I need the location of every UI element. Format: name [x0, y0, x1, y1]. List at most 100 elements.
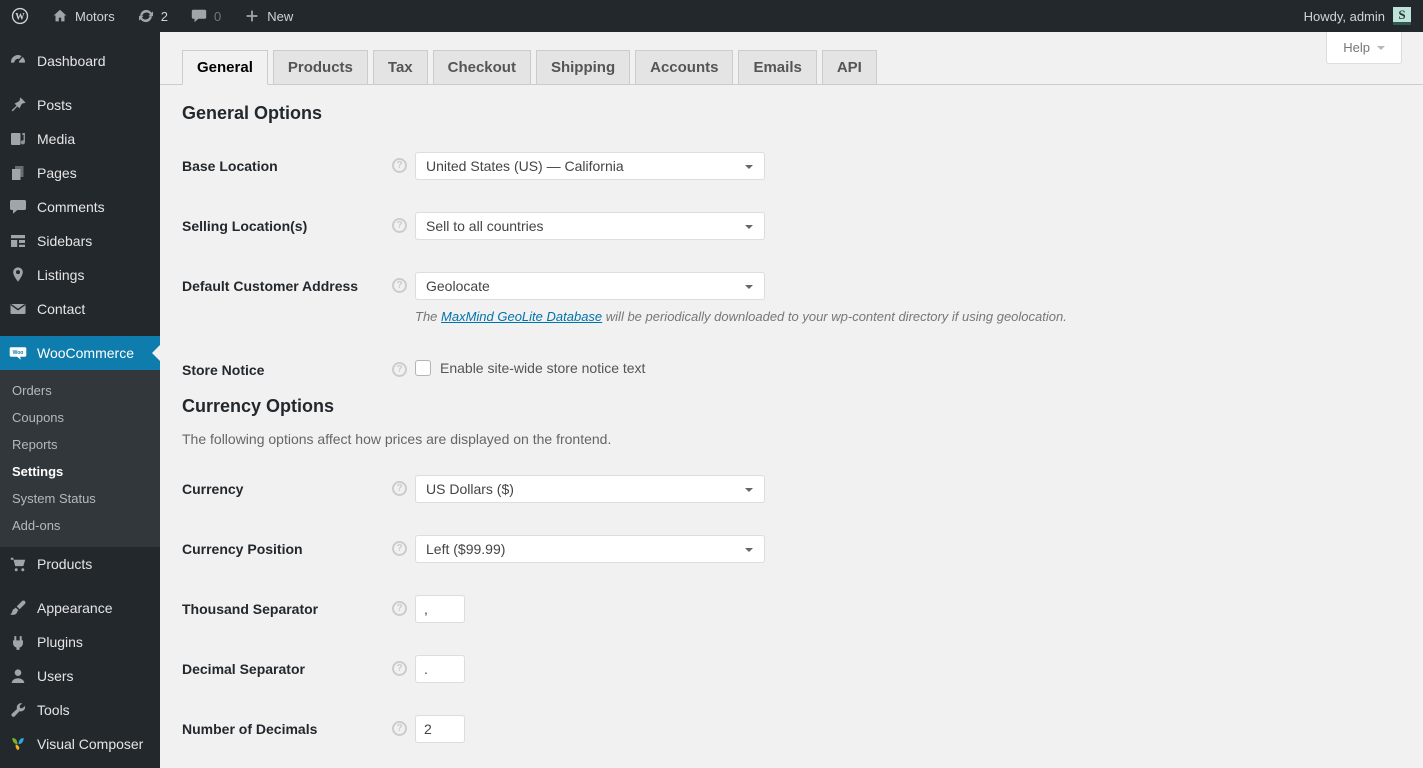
sidebar-item-posts[interactable]: Posts [0, 88, 160, 122]
sidebar-item-sidebars[interactable]: Sidebars [0, 224, 160, 258]
field-control: Left ($99.99) [415, 535, 765, 563]
help-label: Help [1343, 40, 1370, 55]
home-icon [51, 7, 69, 25]
menu-separator [0, 78, 160, 88]
submenu-item-settings[interactable]: Settings [0, 458, 160, 485]
field-control [415, 595, 465, 623]
help-button[interactable]: Help [1326, 32, 1402, 64]
row-default-customer-address: Default Customer Address?GeolocateThe Ma… [182, 272, 1401, 324]
submenu-item-reports[interactable]: Reports [0, 431, 160, 458]
chevron-down-icon [1377, 46, 1385, 54]
sidebar-item-dashboard[interactable]: Dashboard [0, 44, 160, 78]
menu-separator [0, 581, 160, 591]
account-menu[interactable]: Howdy, admin S [1292, 0, 1423, 32]
help-tip-icon[interactable]: ? [392, 721, 407, 736]
comments-menu[interactable]: 0 [179, 0, 232, 32]
sidebar-item-plugins[interactable]: Plugins [0, 625, 160, 659]
tab-api[interactable]: API [822, 50, 877, 85]
sidebar-item-woocommerce[interactable]: WooWooCommerce [0, 336, 160, 370]
sidebar-item-label: Pages [37, 165, 77, 181]
store-notice-checkbox[interactable] [415, 360, 431, 376]
field-label: Selling Location(s) [182, 212, 392, 234]
selling-location-s-select[interactable]: Sell to all countries [415, 212, 765, 240]
new-content-menu[interactable]: New [232, 0, 304, 32]
select-value: Left ($99.99) [426, 541, 505, 557]
sidebar-item-label: Dashboard [37, 53, 106, 69]
cart-icon [8, 554, 28, 574]
decimal-separator-input[interactable] [415, 655, 465, 683]
sidebar-item-pages[interactable]: Pages [0, 156, 160, 190]
sidebar-item-label: Tools [37, 702, 70, 718]
sidebar-item-label: Users [37, 668, 74, 684]
sidebar-item-media[interactable]: Media [0, 122, 160, 156]
tab-tax[interactable]: Tax [373, 50, 428, 85]
sidebar-item-products[interactable]: Products [0, 547, 160, 581]
help-tip-icon[interactable]: ? [392, 541, 407, 556]
settings-form: General OptionsBase Location?United Stat… [160, 103, 1423, 743]
row-decimal-separator: Decimal Separator? [182, 655, 1401, 683]
site-name-menu[interactable]: Motors [40, 0, 126, 32]
help-tip-icon[interactable]: ? [392, 601, 407, 616]
sidebar-item-label: Media [37, 131, 75, 147]
sidebar-item-label: Listings [37, 267, 84, 283]
sidebar-item-label: Posts [37, 97, 72, 113]
sidebar-item-contact[interactable]: Contact [0, 292, 160, 326]
chevron-down-icon [745, 548, 753, 556]
submenu-item-system-status[interactable]: System Status [0, 485, 160, 512]
woocommerce-submenu: OrdersCouponsReportsSettingsSystem Statu… [0, 370, 160, 547]
pin-icon [8, 95, 28, 115]
help-tip-icon[interactable]: ? [392, 158, 407, 173]
submenu-item-coupons[interactable]: Coupons [0, 404, 160, 431]
select-value: Sell to all countries [426, 218, 544, 234]
help-tip-icon[interactable]: ? [392, 362, 407, 377]
svg-text:W: W [15, 13, 25, 23]
sidebar-item-label: Plugins [37, 634, 83, 650]
tab-products[interactable]: Products [273, 50, 368, 85]
submenu-item-orders[interactable]: Orders [0, 377, 160, 404]
sidebar-item-appearance[interactable]: Appearance [0, 591, 160, 625]
plus-icon [243, 7, 261, 25]
sidebar-item-comments[interactable]: Comments [0, 190, 160, 224]
howdy-label: Howdy, admin [1304, 9, 1385, 24]
currency-select[interactable]: US Dollars ($) [415, 475, 765, 503]
help-tip-icon[interactable]: ? [392, 481, 407, 496]
thousand-separator-input[interactable] [415, 595, 465, 623]
row-number-of-decimals: Number of Decimals? [182, 715, 1401, 743]
avatar: S [1393, 7, 1411, 25]
sidebar: Dashboard Posts Media Pages CommentsSidebars… [0, 32, 160, 768]
submenu-item-add-ons[interactable]: Add-ons [0, 512, 160, 539]
number-of-decimals-input[interactable] [415, 715, 465, 743]
maxmind-link[interactable]: MaxMind GeoLite Database [441, 309, 602, 324]
currency-position-select[interactable]: Left ($99.99) [415, 535, 765, 563]
field-control: Sell to all countries [415, 212, 765, 240]
updates-menu[interactable]: 2 [126, 0, 179, 32]
field-label: Thousand Separator [182, 595, 392, 617]
tab-general[interactable]: General [182, 50, 268, 85]
sidebar-item-listings[interactable]: Listings [0, 258, 160, 292]
tab-checkout[interactable]: Checkout [433, 50, 531, 85]
comments-count: 0 [214, 9, 221, 24]
sidebar-item-label: Visual Composer [37, 736, 143, 752]
tab-shipping[interactable]: Shipping [536, 50, 630, 85]
field-label: Decimal Separator [182, 655, 392, 677]
default-customer-address-select[interactable]: Geolocate [415, 272, 765, 300]
admin-bar: W Motors 2 0 New Howdy, admin S [0, 0, 1423, 32]
help-tip-icon[interactable]: ? [392, 218, 407, 233]
sidebar-item-visual-composer[interactable]: Visual Composer [0, 727, 160, 761]
sidebar-item-tools[interactable]: Tools [0, 693, 160, 727]
section-title-general-options: General Options [182, 103, 1401, 124]
select-value: US Dollars ($) [426, 481, 514, 497]
sidebar-item-users[interactable]: Users [0, 659, 160, 693]
chevron-down-icon [745, 165, 753, 173]
field-control [415, 655, 465, 683]
sidebar-item-label: WooCommerce [37, 345, 134, 361]
help-tip-icon[interactable]: ? [392, 661, 407, 676]
field-control: US Dollars ($) [415, 475, 765, 503]
base-location-select[interactable]: United States (US) — California [415, 152, 765, 180]
wordpress-logo-icon[interactable]: W [0, 0, 40, 32]
tab-accounts[interactable]: Accounts [635, 50, 733, 85]
tab-emails[interactable]: Emails [738, 50, 816, 85]
field-control: GeolocateThe MaxMind GeoLite Database wi… [415, 272, 1067, 324]
row-currency-position: Currency Position?Left ($99.99) [182, 535, 1401, 563]
help-tip-icon[interactable]: ? [392, 278, 407, 293]
